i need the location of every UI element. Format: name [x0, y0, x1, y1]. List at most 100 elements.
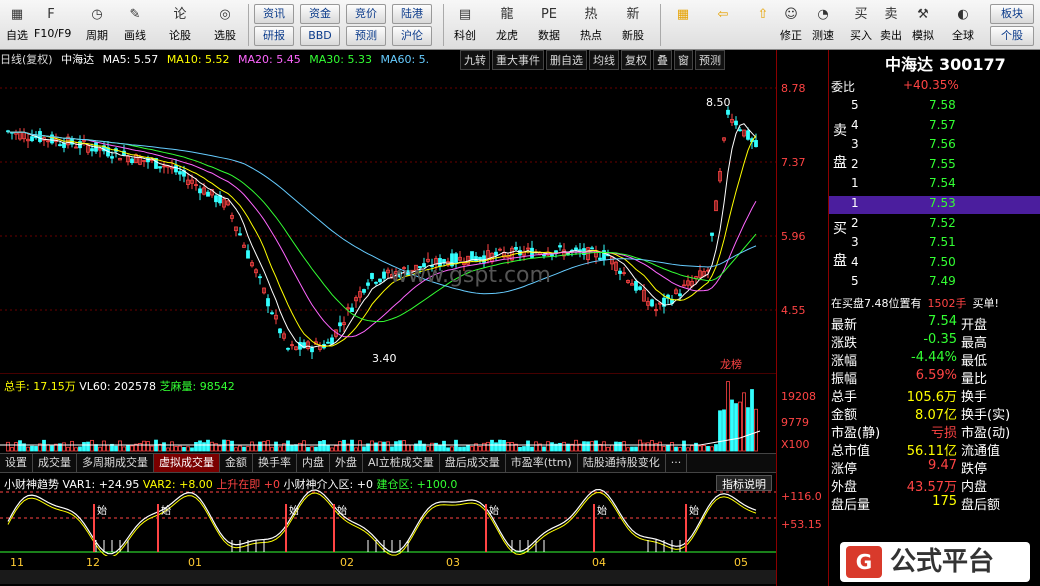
toolbar-button[interactable]: ◷ 周期: [80, 2, 114, 48]
toolbar-button[interactable]: ⚒ 模拟: [906, 2, 940, 48]
price-axis-label: 8.78: [781, 82, 806, 95]
ma10-value: MA10: 5.52: [166, 53, 230, 66]
indicator-tab[interactable]: 设置: [0, 454, 33, 472]
indicator-tab[interactable]: 成交量: [33, 454, 77, 472]
candle-body: [258, 276, 262, 279]
volume-bar: [706, 446, 710, 452]
volume-bar: [118, 440, 122, 452]
chart-button[interactable]: 窗: [674, 50, 693, 70]
toolbar-small-button[interactable]: 预测: [346, 26, 386, 46]
toolbar-small-button[interactable]: 沪伦: [392, 26, 432, 46]
stat-value: 9.47: [928, 458, 957, 473]
pen-icon: ✎: [129, 7, 141, 22]
chart-button[interactable]: 叠: [653, 50, 672, 70]
toolbar-button[interactable]: ✎ 画线: [118, 2, 152, 48]
toolbar-button[interactable]: ◔ 测速: [806, 2, 840, 48]
toolbar-button[interactable]: 热热点: [574, 2, 608, 48]
price-pane[interactable]: 8.50 3.40 龙榜 www.gspt.com: [0, 68, 776, 372]
indicator-tab[interactable]: 内盘: [297, 454, 330, 472]
volume-bar: [382, 441, 386, 452]
toolbar-button[interactable]: 新新股: [616, 2, 650, 48]
toolbar-button[interactable]: 买买入: [844, 2, 878, 48]
toolbar-small-button[interactable]: BBD: [300, 26, 340, 46]
quote-stat-row: 盘后量 175 盘后额: [829, 494, 1040, 513]
toolbar-button[interactable]: ▤ 科创: [448, 2, 482, 48]
toolbar-button[interactable]: 卖卖出: [874, 2, 908, 48]
chart-scrollbar[interactable]: [0, 570, 776, 584]
toolbar-button-label: 修正: [780, 29, 802, 42]
weibi-row: 委比 +40.35%: [829, 78, 1040, 96]
volume-bar: [410, 444, 414, 452]
toolbar-small-button[interactable]: 资金: [300, 4, 340, 24]
chart-button[interactable]: 复权: [621, 50, 651, 70]
candle-body: [574, 247, 578, 251]
chart-button[interactable]: 删自选: [546, 50, 587, 70]
toolbar-right-button[interactable]: 板块: [990, 4, 1034, 24]
toolbar-small-button[interactable]: 研报: [254, 26, 294, 46]
indicator-tab[interactable]: 多周期成交量: [77, 454, 154, 472]
stat-label: 涨跌: [831, 336, 858, 351]
chart-button[interactable]: 九转: [460, 50, 490, 70]
quote-stat-row: 外盘 43.57万 内盘: [829, 476, 1040, 495]
quote-stat-row: 涨幅 -4.44% 最低: [829, 350, 1040, 369]
date-label: 03: [446, 556, 460, 569]
volume-bar: [658, 441, 662, 452]
indicator-tab[interactable]: ···: [666, 454, 688, 472]
toolbar-button[interactable]: 论论股: [163, 2, 197, 48]
chart-button[interactable]: 预测: [695, 50, 725, 70]
volume-bar: [602, 441, 606, 452]
volume-bar: [6, 441, 10, 452]
volume-bar: [690, 445, 694, 452]
quote-header: 中海达 300177: [885, 51, 1006, 75]
indicator-tab[interactable]: 陆股通持股变化: [578, 454, 666, 472]
toolbar-right-button[interactable]: 个股: [990, 26, 1034, 46]
volume-bar: [694, 442, 698, 452]
chart-button[interactable]: 重大事件: [492, 50, 544, 70]
period-icon: ◷: [91, 7, 103, 22]
stat-value: 8.07亿: [915, 408, 957, 423]
volume-bar: [634, 446, 638, 452]
volume-bar: [302, 440, 306, 452]
volume-pane[interactable]: [0, 373, 776, 453]
volume-bar: [678, 447, 682, 452]
indicator-tab[interactable]: 外盘: [330, 454, 363, 472]
toolbar-button[interactable]: F F10/F9: [34, 2, 71, 48]
volume-ma-line: [0, 430, 761, 446]
fix-icon: ☺: [784, 7, 798, 22]
kline-chart-area[interactable]: 日线(复权) 中海达 MA5: 5.57 MA10: 5.52 MA20: 5.…: [0, 50, 828, 586]
order-level: 3: [851, 235, 859, 249]
back-arrow-icon[interactable]: ⇦: [706, 2, 740, 48]
toolbar-small-button[interactable]: 竞价: [346, 4, 386, 24]
hot-icon: 热: [584, 7, 598, 22]
volume-bar: [698, 445, 702, 452]
stat-right-label: 盘后额: [961, 498, 1001, 513]
indicator-tab[interactable]: 换手率: [253, 454, 297, 472]
toolbar-button[interactable]: ▦ 自选: [0, 2, 34, 48]
color-blocks-icon[interactable]: ▦: [666, 2, 700, 48]
stat-value: 56.11亿: [906, 444, 957, 459]
candle-body: [558, 245, 562, 248]
indicator-tab[interactable]: 金额: [220, 454, 253, 472]
up-arrow-icon-glyph: ⇧: [757, 7, 769, 22]
indicator-tab[interactable]: 虚拟成交量: [154, 454, 220, 472]
indicator-tab[interactable]: 盘后成交量: [440, 454, 506, 472]
indicator-tab[interactable]: AI立桩成交量: [363, 454, 440, 472]
volume-bar: [182, 447, 186, 452]
volume-bar: [470, 446, 474, 452]
toolbar-button-label: 测速: [812, 29, 834, 42]
toolbar-button[interactable]: 龍龙虎: [490, 2, 524, 48]
toolbar-button[interactable]: ◎ 选股: [208, 2, 242, 48]
toolbar-button[interactable]: PE 数据: [532, 2, 566, 48]
candle-body: [238, 233, 242, 236]
chart-button[interactable]: 均线: [589, 50, 619, 70]
volume-bar: [466, 445, 470, 452]
indicator-tab[interactable]: 市盈率(ttm): [506, 454, 578, 472]
order-level: 4: [851, 254, 859, 269]
toolbar-button[interactable]: ◐ 全球: [946, 2, 980, 48]
weibi-label: 委比: [831, 80, 856, 94]
brand-watermark: G 公式平台: [840, 542, 1030, 582]
toolbar-small-button[interactable]: 资讯: [254, 4, 294, 24]
toolbar-small-button[interactable]: 陆港: [392, 4, 432, 24]
toolbar-button[interactable]: ☺ 修正: [774, 2, 808, 48]
stat-label: 市盈(静): [831, 426, 881, 441]
